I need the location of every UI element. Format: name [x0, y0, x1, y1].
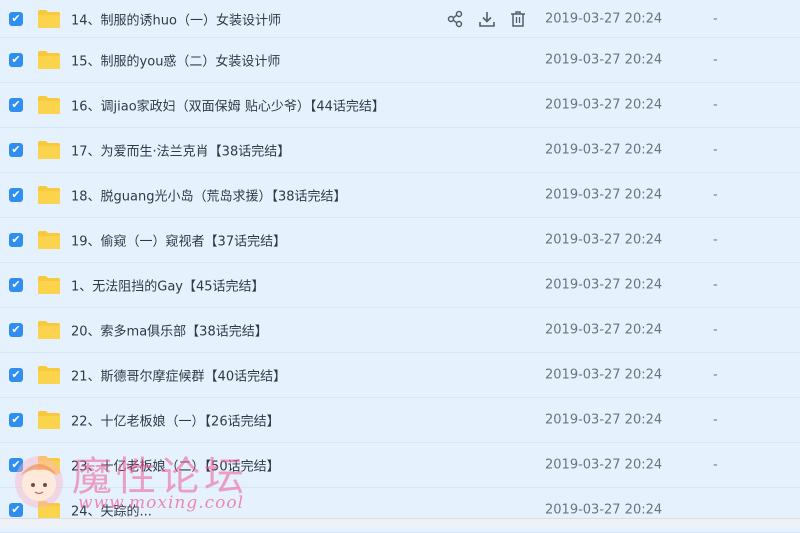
file-row[interactable]: ✔ 20、索多ma俱乐部【38话完结】 2019-03-27 20:24 - — [0, 308, 800, 353]
modified-time: 2019-03-27 20:24 — [545, 412, 663, 428]
file-name[interactable]: 18、脱guang光小岛（荒岛求援）【38话完结】 — [71, 186, 347, 205]
row-checkbox[interactable]: ✔ — [9, 53, 23, 67]
file-row[interactable]: ✔ 1、无法阻挡的Gay【45话完结】 2019-03-27 20:24 - — [0, 263, 800, 308]
file-row[interactable]: ✔ 22、十亿老板娘（一）【26话完结】 2019-03-27 20:24 - — [0, 398, 800, 443]
file-name[interactable]: 16、调jiao家政妇（双面保姆 贴心少爷）【44话完结】 — [71, 96, 385, 115]
folder-icon — [38, 366, 60, 384]
file-name[interactable]: 19、偷窥（一）窥视者【37话完结】 — [71, 231, 286, 250]
folder-icon — [38, 141, 60, 159]
modified-time: 2019-03-27 20:24 — [545, 232, 663, 248]
folder-icon — [38, 231, 60, 249]
row-checkbox[interactable]: ✔ — [9, 413, 23, 427]
file-row[interactable]: ✔ 19、偷窥（一）窥视者【37话完结】 2019-03-27 20:24 - — [0, 218, 800, 263]
modified-time: 2019-03-27 20:24 — [545, 502, 663, 518]
modified-time: 2019-03-27 20:24 — [545, 97, 663, 113]
download-icon[interactable] — [478, 10, 496, 28]
file-row[interactable]: ✔ 23、十亿老板娘（二）【50话完结】 2019-03-27 20:24 - — [0, 443, 800, 488]
folder-icon — [38, 501, 60, 519]
file-size: - — [713, 142, 718, 158]
file-row[interactable]: ✔ 21、斯德哥尔摩症候群【40话完结】 2019-03-27 20:24 - — [0, 353, 800, 398]
file-name[interactable]: 1、无法阻挡的Gay【45话完结】 — [71, 276, 265, 295]
modified-time: 2019-03-27 20:24 — [545, 322, 663, 338]
file-row[interactable]: ✔ 14、制服的诱huo（一）女装设计师 2019-03-27 20:24 - — [0, 0, 800, 38]
file-size: - — [713, 187, 718, 203]
row-checkbox[interactable]: ✔ — [9, 188, 23, 202]
file-name[interactable]: 14、制服的诱huo（一）女装设计师 — [71, 9, 281, 28]
file-name[interactable]: 23、十亿老板娘（二）【50话完结】 — [71, 456, 280, 475]
file-size: - — [713, 232, 718, 248]
folder-icon — [38, 186, 60, 204]
file-row[interactable]: ✔ 15、制服的you惑（二）女装设计师 2019-03-27 20:24 - — [0, 38, 800, 83]
file-name[interactable]: 24、失踪的... — [71, 501, 152, 520]
modified-time: 2019-03-27 20:24 — [545, 187, 663, 203]
folder-icon — [38, 276, 60, 294]
file-name[interactable]: 22、十亿老板娘（一）【26话完结】 — [71, 411, 280, 430]
row-checkbox[interactable]: ✔ — [9, 98, 23, 112]
folder-icon — [38, 9, 60, 28]
file-size: - — [713, 412, 718, 428]
modified-time: 2019-03-27 20:24 — [545, 52, 663, 68]
file-size: - — [713, 277, 718, 293]
folder-icon — [38, 96, 60, 114]
file-name[interactable]: 15、制服的you惑（二）女装设计师 — [71, 51, 280, 70]
modified-time: 2019-03-27 20:24 — [545, 142, 663, 158]
row-checkbox[interactable]: ✔ — [9, 503, 23, 517]
row-checkbox[interactable]: ✔ — [9, 11, 23, 26]
file-size: - — [713, 97, 718, 113]
file-size: - — [713, 52, 718, 68]
file-name[interactable]: 21、斯德哥尔摩症候群【40话完结】 — [71, 366, 286, 385]
file-size: - — [713, 457, 718, 473]
file-row[interactable]: ✔ 17、为爱而生·法兰克肖【38话完结】 2019-03-27 20:24 - — [0, 128, 800, 173]
folder-icon — [38, 51, 60, 69]
row-checkbox[interactable]: ✔ — [9, 323, 23, 337]
folder-icon — [38, 456, 60, 474]
share-icon[interactable] — [446, 10, 464, 28]
file-list: ✔ 14、制服的诱huo（一）女装设计师 2019-03-27 20:24 - … — [0, 0, 800, 533]
modified-time: 2019-03-27 20:24 — [545, 11, 663, 26]
file-size: - — [713, 322, 718, 338]
row-checkbox[interactable]: ✔ — [9, 143, 23, 157]
file-name[interactable]: 17、为爱而生·法兰克肖【38话完结】 — [71, 141, 290, 160]
file-size: - — [713, 367, 718, 383]
row-checkbox[interactable]: ✔ — [9, 368, 23, 382]
file-size: - — [713, 11, 718, 26]
row-checkbox[interactable]: ✔ — [9, 278, 23, 292]
file-row[interactable]: ✔ 16、调jiao家政妇（双面保姆 贴心少爷）【44话完结】 2019-03-… — [0, 83, 800, 128]
row-checkbox[interactable]: ✔ — [9, 233, 23, 247]
modified-time: 2019-03-27 20:24 — [545, 457, 663, 473]
folder-icon — [38, 321, 60, 339]
delete-icon[interactable] — [509, 10, 527, 28]
modified-time: 2019-03-27 20:24 — [545, 367, 663, 383]
folder-icon — [38, 411, 60, 429]
row-checkbox[interactable]: ✔ — [9, 458, 23, 472]
file-row[interactable]: ✔ 18、脱guang光小岛（荒岛求援）【38话完结】 2019-03-27 2… — [0, 173, 800, 218]
file-name[interactable]: 20、索多ma俱乐部【38话完结】 — [71, 321, 268, 340]
modified-time: 2019-03-27 20:24 — [545, 277, 663, 293]
